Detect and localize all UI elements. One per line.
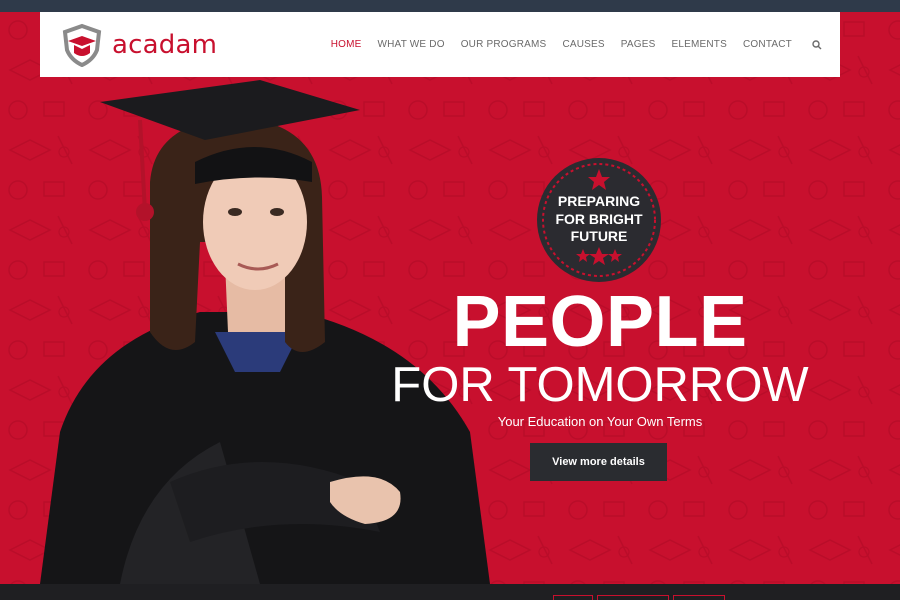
primary-menu: HOME WHAT WE DO OUR PROGRAMS CAUSES PAGE… <box>315 39 822 50</box>
nav-item-what-we-do[interactable]: WHAT WE DO <box>378 39 445 50</box>
hero-tagline: Your Education on Your Own Terms <box>497 414 703 429</box>
site-logo[interactable]: acadam <box>60 23 217 67</box>
nav-item-elements[interactable]: ELEMENTS <box>671 39 727 50</box>
nav-item-pages[interactable]: PAGES <box>621 39 656 50</box>
badge-line-2: FOR BRIGHT <box>555 210 643 227</box>
badge-text: PREPARING FOR BRIGHT FUTURE <box>531 193 667 246</box>
hero-title: PEOPLE <box>452 282 748 362</box>
hero-subtitle: FOR TOMORROW <box>391 358 809 412</box>
shield-graduation-cap-icon <box>62 23 102 67</box>
nav-item-our-programs[interactable]: OUR PROGRAMS <box>461 39 547 50</box>
footer-strip <box>0 584 900 600</box>
top-strip <box>0 0 900 12</box>
badge-line-1: PREPARING <box>557 193 641 209</box>
nav-item-causes[interactable]: CAUSES <box>562 39 604 50</box>
bottom-tab-1[interactable] <box>553 595 593 600</box>
brand-name: acadam <box>112 29 218 60</box>
bottom-tab-2[interactable] <box>597 595 669 600</box>
nav-item-contact[interactable]: CONTACT <box>743 39 792 50</box>
top-navigation-bar: acadam HOME WHAT WE DO OUR PROGRAMS CAUS… <box>40 12 840 77</box>
preparing-badge: PREPARING FOR BRIGHT FUTURE <box>531 155 667 285</box>
nav-item-home[interactable]: HOME <box>331 39 362 50</box>
badge-line-3: FUTURE <box>570 228 628 244</box>
search-icon[interactable] <box>812 39 822 50</box>
view-more-details-button[interactable]: View more details <box>530 443 667 481</box>
bottom-tab-3[interactable] <box>673 595 725 600</box>
